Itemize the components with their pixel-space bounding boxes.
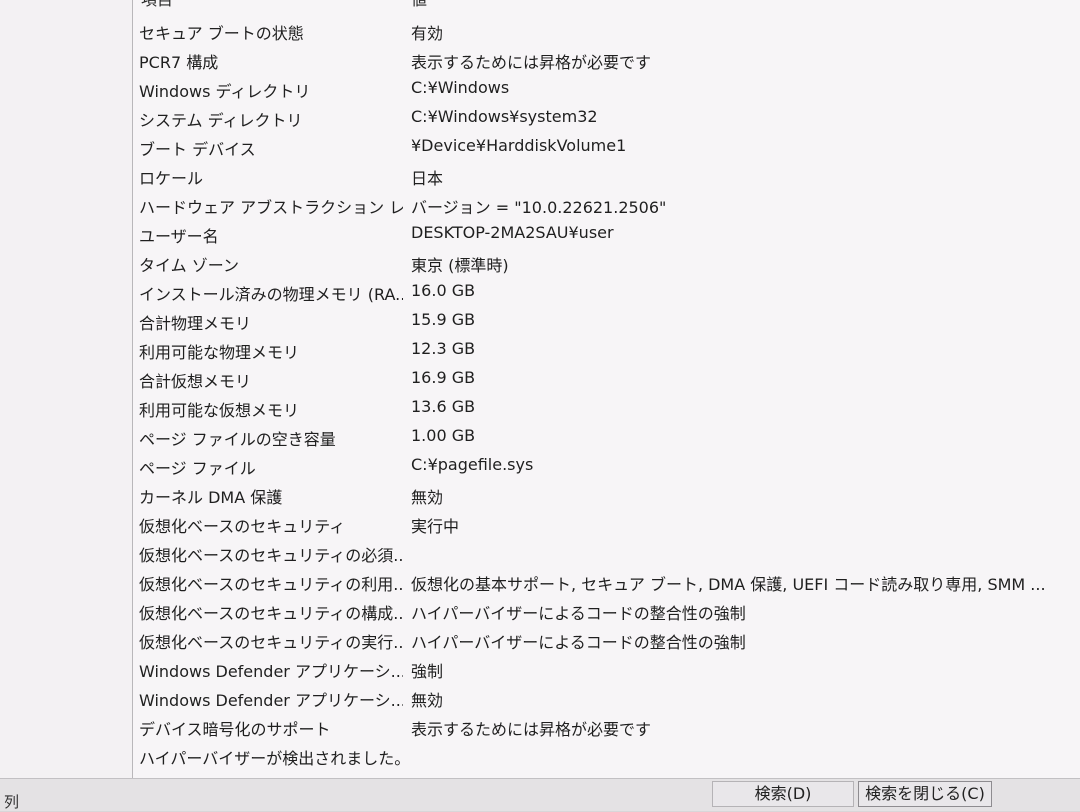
- list-row[interactable]: ページ ファイル C:¥pagefile.sys: [133, 451, 1080, 480]
- close-search-button[interactable]: 検索を閉じる(C): [858, 781, 992, 807]
- row-item: Windows ディレクトリ: [139, 82, 311, 101]
- row-item: 仮想化ベースのセキュリティ: [139, 517, 346, 536]
- row-item: セキュア ブートの状態: [139, 24, 304, 43]
- row-item: 仮想化ベースのセキュリティの構成...: [139, 604, 403, 623]
- row-item: 仮想化ベースのセキュリティの利用...: [139, 575, 403, 594]
- row-value: C:¥pagefile.sys: [411, 455, 534, 474]
- row-item: Windows Defender アプリケーシ...: [139, 691, 403, 710]
- find-bar: 列 検索(D) 検索を閉じる(C): [0, 778, 1080, 811]
- status-text: 列: [4, 793, 20, 811]
- row-item: デバイス暗号化のサポート: [139, 720, 331, 739]
- list-row[interactable]: インストール済みの物理メモリ (RA... 16.0 GB: [133, 277, 1080, 306]
- list-row[interactable]: Windows ディレクトリ C:¥Windows: [133, 74, 1080, 103]
- list-row[interactable]: 仮想化ベースのセキュリティの利用... 仮想化の基本サポート, セキュア ブート,…: [133, 567, 1080, 596]
- row-value: バージョン = "10.0.22621.2506": [411, 198, 667, 217]
- list-row[interactable]: 合計仮想メモリ 16.9 GB: [133, 364, 1080, 393]
- category-tree-panel[interactable]: [0, 0, 132, 780]
- row-value: 16.9 GB: [411, 368, 476, 387]
- list-row[interactable]: ユーザー名 DESKTOP-2MA2SAU¥user: [133, 219, 1080, 248]
- row-item: ブート デバイス: [139, 140, 256, 159]
- list-row[interactable]: ロケール 日本: [133, 161, 1080, 190]
- list-row[interactable]: タイム ゾーン 東京 (標準時): [133, 248, 1080, 277]
- row-item: ハードウェア アブストラクション レイ...: [139, 198, 403, 217]
- row-value: 有効: [411, 24, 444, 43]
- row-item: ユーザー名: [139, 227, 219, 246]
- row-item: PCR7 構成: [139, 53, 219, 72]
- row-value: 強制: [411, 662, 444, 681]
- row-item: ページ ファイル: [139, 459, 256, 478]
- row-item: システム ディレクトリ: [139, 111, 303, 130]
- row-value: 仮想化の基本サポート, セキュア ブート, DMA 保護, UEFI コード読み…: [411, 575, 1046, 594]
- list-row[interactable]: 利用可能な仮想メモリ 13.6 GB: [133, 393, 1080, 422]
- row-item: タイム ゾーン: [139, 256, 239, 275]
- row-value: 15.9 GB: [411, 310, 476, 329]
- row-value: ハイパーバイザーによるコードの整合性の強制: [411, 604, 746, 623]
- list-row[interactable]: セキュア ブートの状態 有効: [133, 16, 1080, 45]
- list-row[interactable]: ハードウェア アブストラクション レイ... バージョン = "10.0.2262…: [133, 190, 1080, 219]
- column-header-item[interactable]: 項目: [141, 0, 173, 10]
- row-value: 無効: [411, 691, 444, 710]
- row-value: 実行中: [411, 517, 460, 536]
- list-row[interactable]: システム ディレクトリ C:¥Windows¥system32: [133, 103, 1080, 132]
- row-value: C:¥Windows¥system32: [411, 107, 598, 126]
- list-row[interactable]: デバイス暗号化のサポート 表示するためには昇格が必要です: [133, 712, 1080, 741]
- row-value: ハイパーバイザーによるコードの整合性の強制: [411, 633, 746, 652]
- row-value: DESKTOP-2MA2SAU¥user: [411, 223, 614, 242]
- row-value: 日本: [411, 169, 444, 188]
- list-row[interactable]: 仮想化ベースのセキュリティの必須...: [133, 538, 1080, 567]
- row-value: 1.00 GB: [411, 426, 476, 445]
- row-item: 合計仮想メモリ: [139, 372, 252, 391]
- row-item: インストール済みの物理メモリ (RA...: [139, 285, 403, 304]
- row-item: ページ ファイルの空き容量: [139, 430, 336, 449]
- row-item: 利用可能な仮想メモリ: [139, 401, 300, 420]
- row-item: カーネル DMA 保護: [139, 488, 283, 507]
- row-value: 表示するためには昇格が必要です: [411, 720, 652, 739]
- list-row[interactable]: ブート デバイス ¥Device¥HarddiskVolume1: [133, 132, 1080, 161]
- row-item: 仮想化ベースのセキュリティの必須...: [139, 546, 403, 565]
- list-row[interactable]: Windows Defender アプリケーシ... 強制: [133, 654, 1080, 683]
- row-value: 東京 (標準時): [411, 256, 509, 275]
- row-value: 無効: [411, 488, 444, 507]
- list-row[interactable]: 仮想化ベースのセキュリティ 実行中: [133, 509, 1080, 538]
- row-value: ¥Device¥HarddiskVolume1: [411, 136, 627, 155]
- system-summary-list[interactable]: 項目 値 セキュア ブートの状態有効 PCR7 構成表示するためには昇格が必要で…: [132, 0, 1080, 778]
- row-value: 13.6 GB: [411, 397, 476, 416]
- list-row[interactable]: 仮想化ベースのセキュリティの実行... ハイパーバイザーによるコードの整合性の強制: [133, 625, 1080, 654]
- search-button[interactable]: 検索(D): [712, 781, 854, 807]
- list-row[interactable]: 仮想化ベースのセキュリティの構成... ハイパーバイザーによるコードの整合性の強制: [133, 596, 1080, 625]
- row-value: 16.0 GB: [411, 281, 476, 300]
- row-value: C:¥Windows: [411, 78, 510, 97]
- row-item: Windows Defender アプリケーシ...: [139, 662, 403, 681]
- row-value: 表示するためには昇格が必要です: [411, 53, 652, 72]
- system-information-window: 項目 値 セキュア ブートの状態有効 PCR7 構成表示するためには昇格が必要で…: [0, 0, 1080, 811]
- row-item: 利用可能な物理メモリ: [139, 343, 300, 362]
- row-value: 12.3 GB: [411, 339, 476, 358]
- row-item: ロケール: [139, 169, 204, 188]
- list-row[interactable]: 利用可能な物理メモリ 12.3 GB: [133, 335, 1080, 364]
- list-row[interactable]: ハイパーバイザーが検出されました。...: [133, 741, 1080, 770]
- list-row[interactable]: カーネル DMA 保護 無効: [133, 480, 1080, 509]
- list-header: 項目 値: [133, 0, 1080, 9]
- row-item: ハイパーバイザーが検出されました。...: [139, 749, 403, 768]
- list-row[interactable]: PCR7 構成 表示するためには昇格が必要です: [133, 45, 1080, 74]
- list-row[interactable]: Windows Defender アプリケーシ... 無効: [133, 683, 1080, 712]
- row-item: 合計物理メモリ: [139, 314, 252, 333]
- list-row[interactable]: ページ ファイルの空き容量 1.00 GB: [133, 422, 1080, 451]
- row-item: 仮想化ベースのセキュリティの実行...: [139, 633, 403, 652]
- list-rows: セキュア ブートの状態 有効 PCR7 構成 表示するためには昇格が必要です Win…: [133, 16, 1080, 770]
- list-row[interactable]: 合計物理メモリ 15.9 GB: [133, 306, 1080, 335]
- column-header-value[interactable]: 値: [411, 0, 427, 10]
